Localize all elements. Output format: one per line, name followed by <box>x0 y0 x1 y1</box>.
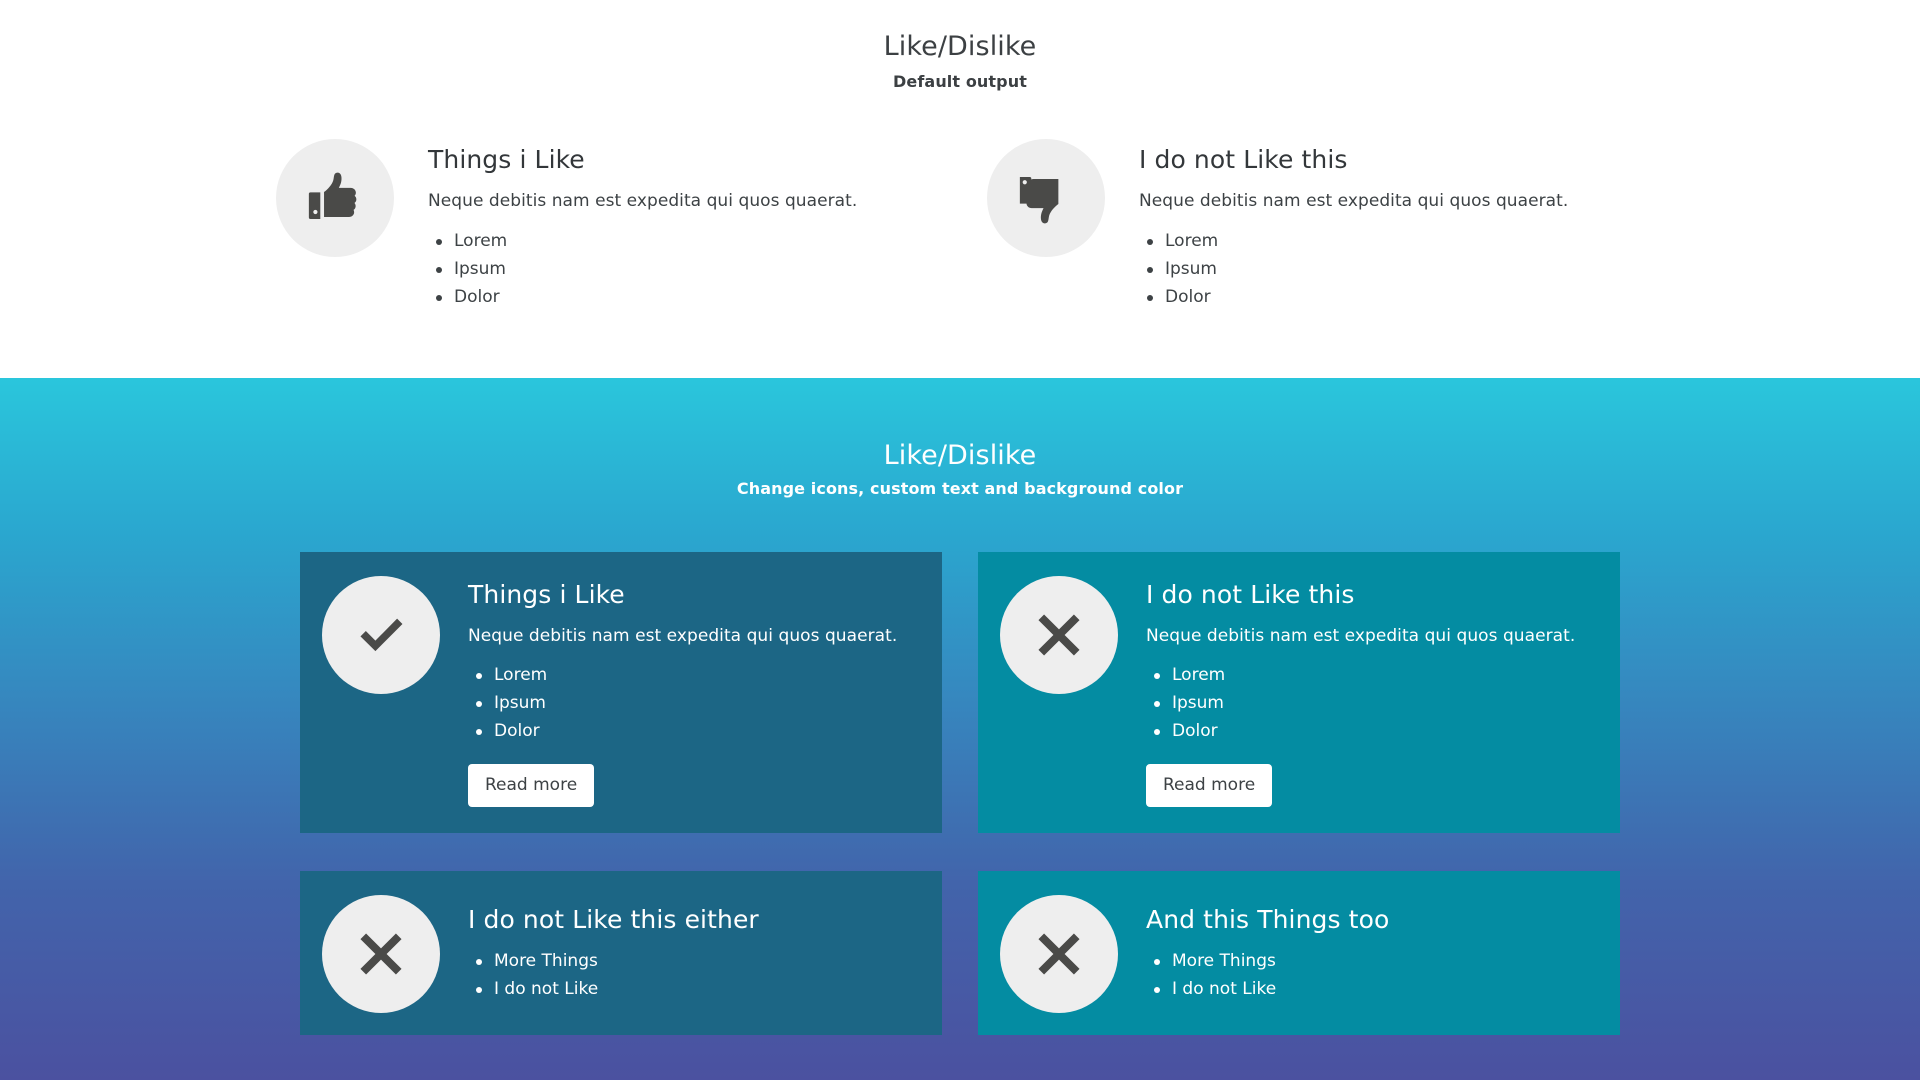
section-custom-output: Like/Dislike Change icons, custom text a… <box>0 378 1920 1080</box>
like-card-description: Neque debitis nam est expedita qui quos … <box>428 190 858 211</box>
custom-card-heading: And this Things too <box>1146 905 1390 934</box>
custom-card-heading: Things i Like <box>468 580 625 609</box>
section-subtitle: Change icons, custom text and background… <box>736 479 1184 498</box>
custom-card-list: More Things I do not Like <box>468 947 916 1003</box>
dislike-card-description: Neque debitis nam est expedita qui quos … <box>1139 190 1569 211</box>
custom-card-heading: I do not Like this <box>1146 580 1355 609</box>
section-header-custom: Like/Dislike Change icons, custom text a… <box>0 440 1920 498</box>
read-more-button[interactable]: Read more <box>1146 764 1273 807</box>
custom-card-dislike: I do not Like this Neque debitis nam est… <box>978 552 1620 833</box>
section-title: Like/Dislike <box>883 31 1037 62</box>
section-title: Like/Dislike <box>883 440 1037 471</box>
list-item: Dolor <box>1139 283 1644 311</box>
custom-card-description: Neque debitis nam est expedita qui quos … <box>468 626 898 646</box>
list-item: More Things <box>1146 947 1594 975</box>
list-item: Lorem <box>468 661 916 689</box>
list-item: Dolor <box>468 717 916 745</box>
cross-icon <box>322 895 440 1013</box>
custom-card-like: Things i Like Neque debitis nam est expe… <box>300 552 942 833</box>
list-item: Ipsum <box>1139 255 1644 283</box>
custom-card-dislike-body: I do not Like this Neque debitis nam est… <box>1146 576 1594 807</box>
list-item: I do not Like <box>468 975 916 1003</box>
thumbs-down-icon <box>987 138 1105 257</box>
list-item: Dolor <box>1146 717 1594 745</box>
list-item: Ipsum <box>428 255 933 283</box>
cross-icon <box>1000 576 1118 694</box>
dislike-card-body: I do not Like this Neque debitis nam est… <box>1139 139 1644 311</box>
dislike-card-list: Lorem Ipsum Dolor <box>1139 227 1644 311</box>
custom-card-like-body: Things i Like Neque debitis nam est expe… <box>468 576 916 807</box>
cross-icon <box>1000 895 1118 1013</box>
custom-card-dislike-either: I do not Like this either More Things I … <box>300 871 942 1035</box>
list-item: More Things <box>468 947 916 975</box>
custom-card-description: Neque debitis nam est expedita qui quos … <box>1146 626 1576 646</box>
dislike-card-heading: I do not Like this <box>1139 144 1348 174</box>
thumbs-up-icon <box>276 138 394 257</box>
check-icon <box>322 576 440 694</box>
default-cards-grid: Things i Like Neque debitis nam est expe… <box>0 138 1920 311</box>
custom-card-things-too: And this Things too More Things I do not… <box>978 871 1620 1035</box>
custom-card-list: Lorem Ipsum Dolor <box>468 661 916 745</box>
list-item: I do not Like <box>1146 975 1594 1003</box>
section-header-default: Like/Dislike Default output <box>0 30 1920 91</box>
custom-card-things-too-body: And this Things too More Things I do not… <box>1146 895 1594 1003</box>
custom-card-heading: I do not Like this either <box>468 905 759 934</box>
dislike-card: I do not Like this Neque debitis nam est… <box>987 138 1644 311</box>
section-subtitle: Default output <box>893 71 1027 91</box>
section-default-output: Like/Dislike Default output Things i Lik… <box>0 0 1920 378</box>
list-item: Ipsum <box>1146 689 1594 717</box>
list-item: Dolor <box>428 283 933 311</box>
like-card-body: Things i Like Neque debitis nam est expe… <box>428 139 933 311</box>
like-card-heading: Things i Like <box>428 144 585 174</box>
like-card-list: Lorem Ipsum Dolor <box>428 227 933 311</box>
custom-card-list: More Things I do not Like <box>1146 947 1594 1003</box>
custom-card-dislike-either-body: I do not Like this either More Things I … <box>468 895 916 1003</box>
list-item: Lorem <box>1146 661 1594 689</box>
list-item: Lorem <box>1139 227 1644 255</box>
like-card: Things i Like Neque debitis nam est expe… <box>276 138 933 311</box>
list-item: Ipsum <box>468 689 916 717</box>
read-more-button[interactable]: Read more <box>468 764 595 807</box>
custom-card-list: Lorem Ipsum Dolor <box>1146 661 1594 745</box>
custom-cards-grid: Things i Like Neque debitis nam est expe… <box>0 552 1920 1035</box>
list-item: Lorem <box>428 227 933 255</box>
